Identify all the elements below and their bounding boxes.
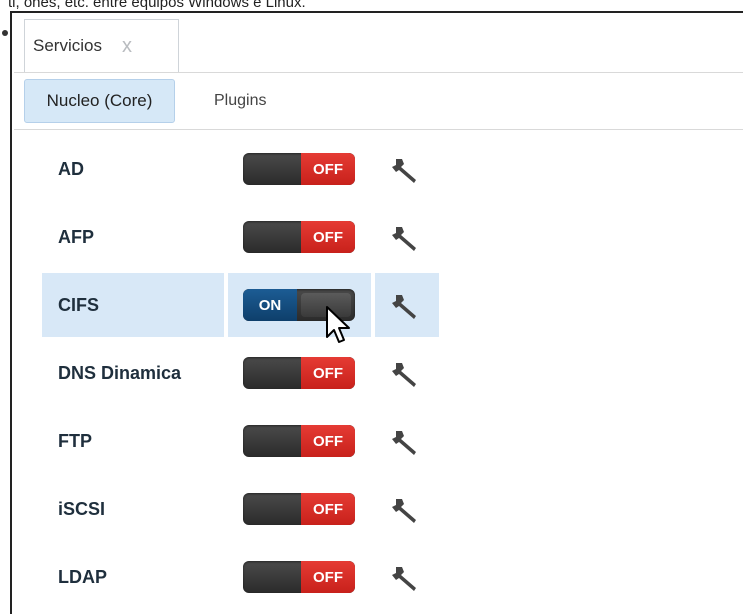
service-toggle[interactable]: OFF	[243, 425, 355, 457]
toggle-state: OFF	[301, 493, 355, 525]
service-row-cifs: CIFS ON	[42, 271, 442, 339]
toggle-state: OFF	[301, 425, 355, 457]
close-icon[interactable]: x	[122, 36, 132, 56]
service-name: DNS Dinamica	[58, 362, 182, 383]
subtab-core[interactable]: Nucleo (Core)	[24, 79, 175, 123]
service-name: AFP	[58, 226, 94, 247]
toggle-state: OFF	[301, 561, 355, 593]
service-toggle[interactable]: OFF	[243, 221, 355, 253]
wrench-icon[interactable]	[390, 495, 420, 525]
tab-bar: Servicios x	[14, 14, 743, 73]
service-toggle[interactable]: OFF	[243, 493, 355, 525]
subtab-plugins[interactable]: Plugins	[214, 79, 266, 123]
wrench-icon[interactable]	[390, 155, 420, 185]
wrench-icon[interactable]	[390, 291, 420, 321]
service-row-ad: AD OFF	[42, 135, 442, 203]
service-toggle[interactable]: OFF	[243, 153, 355, 185]
service-row-ldap: LDAP OFF	[42, 543, 442, 611]
sub-navigation: Nucleo (Core) Plugins	[14, 73, 743, 130]
service-name: CIFS	[58, 294, 100, 315]
mouse-cursor-icon	[326, 306, 350, 343]
service-row-afp: AFP OFF	[42, 203, 442, 271]
toggle-state: OFF	[301, 221, 355, 253]
wrench-icon[interactable]	[390, 223, 420, 253]
service-toggle[interactable]: OFF	[243, 357, 355, 389]
tab-label: Servicios	[33, 36, 102, 55]
service-name: AD	[58, 158, 84, 179]
wrench-icon[interactable]	[390, 563, 420, 593]
service-row-ftp: FTP OFF	[42, 407, 442, 475]
service-toggle[interactable]: OFF	[243, 561, 355, 593]
page-caption: ti, ones, etc. entre equipos Windows e L…	[8, 0, 306, 11]
service-name: iSCSI	[58, 498, 106, 519]
list-bullet	[2, 30, 8, 36]
toggle-state: OFF	[301, 153, 355, 185]
toggle-state: ON	[243, 289, 297, 321]
services-list: AD OFF AFP OFF CIFS ON DNS Dinamica OFF …	[42, 135, 442, 611]
toggle-state: OFF	[301, 357, 355, 389]
service-row-dns-dinamica: DNS Dinamica OFF	[42, 339, 442, 407]
service-name: FTP	[58, 430, 92, 451]
wrench-icon[interactable]	[390, 427, 420, 457]
service-row-iscsi: iSCSI OFF	[42, 475, 442, 543]
service-name: LDAP	[58, 566, 107, 587]
tab-servicios[interactable]: Servicios x	[24, 19, 179, 72]
wrench-icon[interactable]	[390, 359, 420, 389]
